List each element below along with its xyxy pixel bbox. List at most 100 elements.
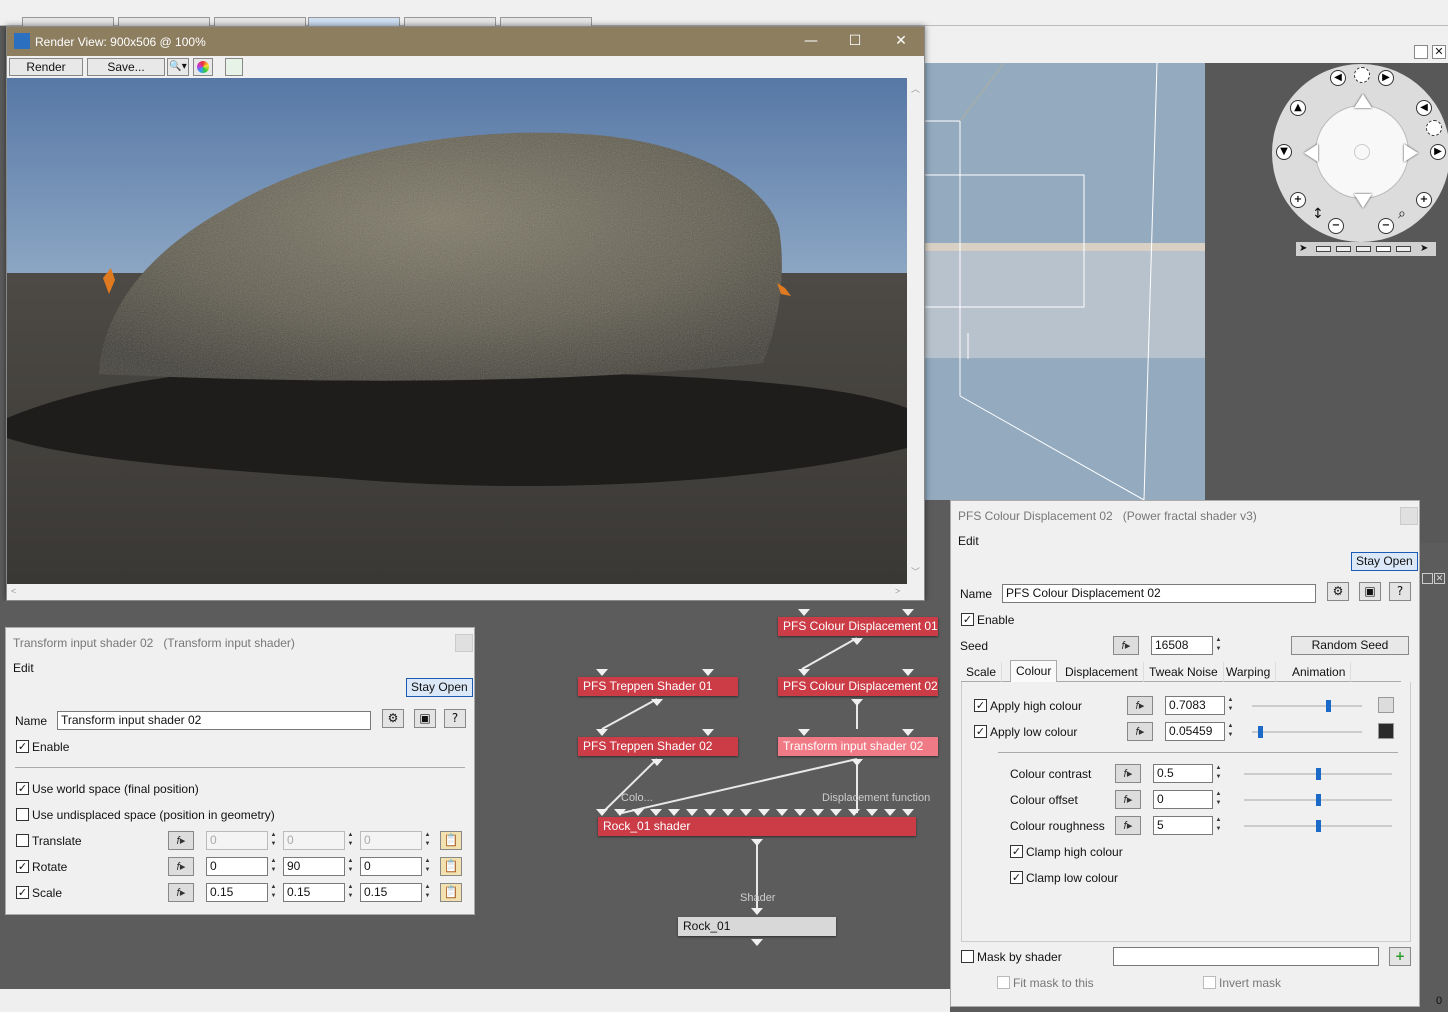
speed-right-icon[interactable]: ➤ (1420, 243, 1428, 254)
node-pfs-colour-displacement-02[interactable]: PFS Colour Displacement 02 (778, 677, 938, 696)
enable-checkbox[interactable]: ✓ (16, 740, 29, 753)
low-colour-spinner[interactable]: ▲ ▼ (1226, 722, 1235, 741)
orbit-control[interactable] (1315, 105, 1409, 199)
scroll-left-icon[interactable]: < (11, 586, 16, 596)
rotate-paste-icon[interactable]: 📋 (440, 857, 462, 876)
translate-function-icon[interactable]: 𝑓▸ (168, 831, 194, 850)
seed-field[interactable]: 16508 (1151, 636, 1213, 655)
edit-menu[interactable]: Edit (13, 661, 34, 675)
translate-x-field[interactable]: 0 (206, 831, 268, 850)
close-icon[interactable]: ✕ (889, 31, 913, 51)
orbit-right-arrow-icon[interactable] (1404, 144, 1418, 162)
speed-bar[interactable]: ➤ ➤ (1296, 242, 1436, 256)
seed-spinner[interactable]: ▲ ▼ (1214, 636, 1223, 655)
rotate-z-spinner[interactable]: ▲ ▼ (423, 857, 432, 876)
clamp-high-colour-checkbox[interactable]: ✓ (1010, 845, 1023, 858)
scroll-right-icon[interactable]: > (895, 586, 900, 596)
colour-roughness-slider[interactable] (1244, 820, 1392, 832)
render-view-titlebar[interactable]: Render View: 900x506 @ 100% — ☐ ✕ (7, 27, 924, 56)
roughness-function-icon[interactable]: 𝑓▸ (1115, 816, 1141, 835)
roughness-slider-thumb[interactable] (1315, 820, 1321, 832)
app-tab[interactable] (22, 17, 114, 26)
zoom-in-left-icon[interactable]: + (1290, 192, 1306, 208)
scroll-down-icon[interactable]: ﹀ (907, 565, 924, 578)
node-rock-object[interactable]: Rock_01 (678, 917, 836, 936)
translate-z-spinner[interactable]: ▲ ▼ (423, 831, 432, 850)
mask-shader-field[interactable] (1113, 947, 1379, 966)
zoom-dropdown-icon[interactable]: 🔍▾ (167, 58, 189, 76)
speed-left-icon[interactable]: ➤ (1299, 243, 1307, 254)
rotate-x-spinner[interactable]: ▲ ▼ (269, 857, 278, 876)
rotate-function-icon[interactable]: 𝑓▸ (168, 857, 194, 876)
app-tab[interactable] (118, 17, 210, 26)
tab-warping[interactable]: Warping (1221, 662, 1277, 682)
name-field[interactable]: PFS Colour Displacement 02 (1002, 584, 1316, 603)
navigation-widget[interactable]: ◀ ▶ ▲ ▼ ◀ ▶ + + − − ⌕ ↕ (1272, 64, 1448, 242)
pan-right-icon[interactable]: ▶ (1430, 144, 1446, 160)
colour-offset-field[interactable]: 0 (1153, 790, 1213, 809)
color-wheel-icon[interactable] (193, 58, 213, 76)
translate-paste-icon[interactable]: 📋 (440, 831, 462, 850)
gear-icon[interactable]: ⚙ (1327, 582, 1349, 601)
help-icon[interactable]: ? (444, 709, 466, 728)
contrast-spinner[interactable]: ▲ ▼ (1214, 764, 1223, 783)
maximize-panel-icon[interactable] (1422, 573, 1433, 584)
translate-z-field[interactable]: 0 (360, 831, 422, 850)
roll-icon[interactable] (1354, 67, 1370, 83)
stay-open-button[interactable]: Stay Open (1351, 552, 1418, 571)
tab-displacement[interactable]: Displacement (1060, 662, 1144, 682)
low-colour-function-icon[interactable]: 𝑓▸ (1127, 722, 1153, 741)
node-pfs-colour-displacement-01[interactable]: PFS Colour Displacement 01 (778, 617, 938, 636)
scale-paste-icon[interactable]: 📋 (440, 883, 462, 902)
offset-slider-thumb[interactable] (1315, 794, 1321, 806)
orbit-left-arrow-icon[interactable] (1304, 144, 1318, 162)
document-icon[interactable] (225, 58, 243, 76)
rotate-checkbox[interactable]: ✓ (16, 860, 29, 873)
zoom-out-icon[interactable]: − (1328, 218, 1344, 234)
scale-z-spinner[interactable]: ▲ ▼ (423, 883, 432, 902)
speed-segment[interactable] (1316, 246, 1331, 252)
node-pfs-treppen-shader-01[interactable]: PFS Treppen Shader 01 (578, 677, 738, 696)
dialog-close-button[interactable] (455, 634, 473, 652)
speed-segment[interactable] (1356, 246, 1371, 252)
move-down-icon[interactable]: ▼ (1276, 144, 1292, 160)
name-field[interactable]: Transform input shader 02 (57, 711, 371, 730)
high-colour-function-icon[interactable]: 𝑓▸ (1127, 696, 1153, 715)
scale-x-spinner[interactable]: ▲ ▼ (269, 883, 278, 902)
low-colour-swatch[interactable] (1378, 723, 1394, 739)
low-colour-value-field[interactable]: 0.05459 (1165, 722, 1225, 741)
app-tab[interactable] (214, 17, 306, 26)
rotate-y-field[interactable]: 90 (283, 857, 345, 876)
enable-checkbox[interactable]: ✓ (961, 613, 974, 626)
rotate-y-spinner[interactable]: ▲ ▼ (346, 857, 355, 876)
edit-menu[interactable]: Edit (958, 534, 979, 548)
minimize-icon[interactable]: — (799, 31, 823, 51)
tab-scale[interactable]: Scale (961, 662, 1003, 682)
tab-colour[interactable]: Colour (1010, 660, 1058, 682)
save-button[interactable]: Save... (87, 58, 165, 76)
contrast-function-icon[interactable]: 𝑓▸ (1115, 764, 1141, 783)
translate-y-field[interactable]: 0 (283, 831, 345, 850)
node-pfs-treppen-shader-02[interactable]: PFS Treppen Shader 02 (578, 737, 738, 756)
maximize-viewport-icon[interactable] (1414, 45, 1428, 59)
help-icon[interactable]: ? (1389, 582, 1411, 601)
app-tab-active[interactable] (308, 17, 400, 26)
scale-y-spinner[interactable]: ▲ ▼ (346, 883, 355, 902)
render-horizontal-scrollbar[interactable]: < > (7, 584, 907, 600)
mask-by-shader-checkbox[interactable] (961, 950, 974, 963)
colour-contrast-slider[interactable] (1244, 768, 1392, 780)
scale-x-field[interactable]: 0.15 (206, 883, 268, 902)
high-colour-swatch[interactable] (1378, 697, 1394, 713)
rotate-right-icon[interactable]: ▶ (1378, 70, 1394, 86)
translate-x-spinner[interactable]: ▲ ▼ (269, 831, 278, 850)
fit-mask-checkbox[interactable] (997, 976, 1010, 989)
speed-segment[interactable] (1376, 246, 1391, 252)
gear-icon[interactable]: ⚙ (382, 709, 404, 728)
colour-roughness-field[interactable]: 5 (1153, 816, 1213, 835)
render-image[interactable] (7, 78, 907, 584)
high-colour-slider-thumb[interactable] (1326, 700, 1332, 712)
stay-open-button[interactable]: Stay Open (406, 678, 473, 697)
3d-viewport[interactable] (924, 63, 1205, 500)
high-colour-spinner[interactable]: ▲ ▼ (1226, 696, 1235, 715)
translate-checkbox[interactable] (16, 834, 29, 847)
